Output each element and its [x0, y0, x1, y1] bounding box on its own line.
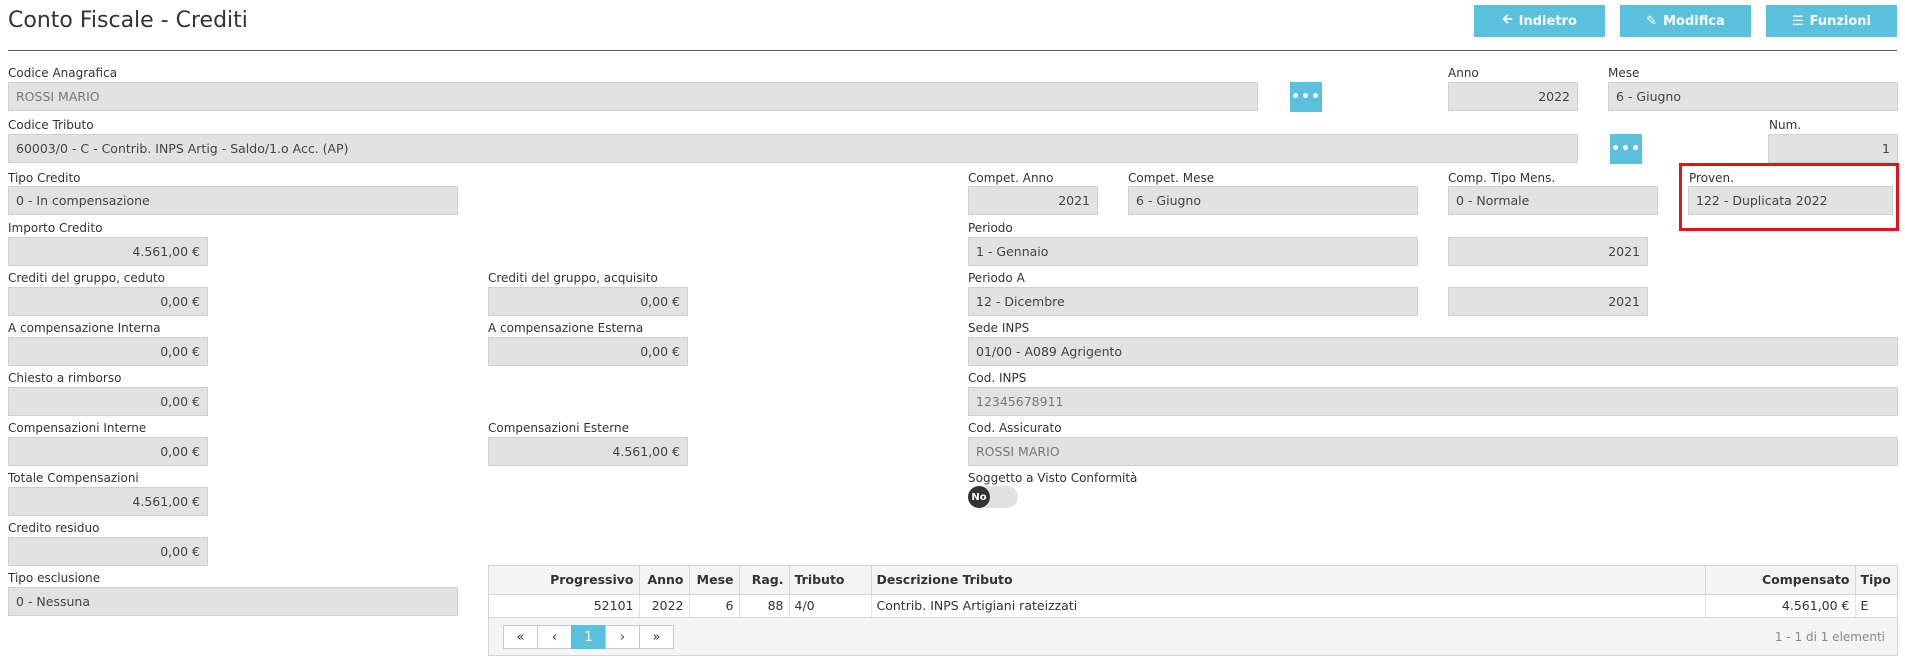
functions-button[interactable]: ☰ Funzioni: [1766, 5, 1897, 37]
compet-mese-field[interactable]: 6 - Giugno: [1128, 186, 1418, 215]
periodo-label: Periodo: [968, 221, 1013, 235]
compet-mese-label: Compet. Mese: [1128, 171, 1215, 185]
pager-last-button[interactable]: »: [639, 625, 674, 649]
comp-esterne-field[interactable]: 4.561,00 €: [488, 437, 688, 466]
cell-rag: 88: [739, 594, 790, 617]
col-tipo[interactable]: Tipo: [1855, 566, 1897, 595]
codice-tributo-field[interactable]: 60003/0 - C - Contrib. INPS Artig - Sald…: [8, 134, 1578, 163]
col-descrizione[interactable]: Descrizione Tributo: [871, 566, 1706, 595]
col-compensato[interactable]: Compensato: [1705, 566, 1856, 595]
periodo-a-field[interactable]: 12 - Dicembre: [968, 287, 1418, 316]
a-comp-esterna-label: A compensazione Esterna: [488, 321, 644, 335]
importo-credito-label: Importo Credito: [8, 221, 103, 235]
importo-credito-field[interactable]: 4.561,00 €: [8, 237, 208, 266]
mese-label: Mese: [1608, 66, 1640, 80]
compet-anno-label: Compet. Anno: [968, 171, 1054, 185]
proven-label: Proven.: [1689, 171, 1734, 185]
sede-inps-field[interactable]: 01/00 - A089 Agrigento: [968, 337, 1898, 366]
cell-anno: 2022: [639, 594, 690, 617]
col-tributo[interactable]: Tributo: [789, 566, 872, 595]
periodo-year-field[interactable]: 2021: [1448, 237, 1648, 266]
cod-inps-label: Cod. INPS: [968, 371, 1027, 385]
col-progressivo[interactable]: Progressivo: [489, 566, 640, 595]
comp-interne-label: Compensazioni Interne: [8, 421, 147, 435]
compensations-grid: Progressivo Anno Mese Rag. Tributo Descr…: [488, 565, 1898, 656]
cod-assicurato-field[interactable]: ROSSI MARIO: [968, 437, 1898, 466]
edit-icon: ✎: [1646, 13, 1658, 29]
totale-comp-label: Totale Compensazioni: [8, 471, 139, 485]
functions-button-label: Funzioni: [1809, 13, 1872, 29]
cell-compensato: 4.561,00 €: [1705, 594, 1856, 617]
comp-tipo-mens-field[interactable]: 0 - Normale: [1448, 186, 1658, 215]
col-mese[interactable]: Mese: [689, 566, 740, 595]
compensations-table: Progressivo Anno Mese Rag. Tributo Descr…: [489, 566, 1897, 617]
pager-info: 1 - 1 di 1 elementi: [1774, 630, 1885, 644]
periodo-field[interactable]: 1 - Gennaio: [968, 237, 1418, 266]
crediti-gruppo-ceduto-field[interactable]: 0,00 €: [8, 287, 208, 316]
tipo-esclusione-field[interactable]: 0 - Nessuna: [8, 587, 458, 616]
more-icon: •••: [1291, 89, 1321, 105]
cod-inps-field[interactable]: 12345678911: [968, 387, 1898, 416]
anagrafica-lookup-button[interactable]: •••: [1290, 82, 1322, 112]
anno-field[interactable]: 2022: [1448, 82, 1578, 111]
crediti-gruppo-acquisito-field[interactable]: 0,00 €: [488, 287, 688, 316]
menu-icon: ☰: [1791, 13, 1804, 29]
toggle-knob: No: [968, 486, 990, 508]
back-button-label: Indietro: [1518, 13, 1577, 29]
a-comp-interna-field[interactable]: 0,00 €: [8, 337, 208, 366]
codice-anagrafica-label: Codice Anagrafica: [8, 66, 118, 80]
crediti-gruppo-ceduto-label: Crediti del gruppo, ceduto: [8, 271, 165, 285]
pager-prev-button[interactable]: ‹: [537, 625, 572, 649]
back-button[interactable]: 🡨 Indietro: [1474, 5, 1605, 37]
sede-inps-label: Sede INPS: [968, 321, 1030, 335]
periodo-a-label: Periodo A: [968, 271, 1025, 285]
cell-tipo: E: [1860, 598, 1869, 614]
tipo-credito-label: Tipo Credito: [8, 171, 81, 185]
tributo-lookup-button[interactable]: •••: [1610, 134, 1642, 164]
tipo-credito-field[interactable]: 0 - In compensazione: [8, 186, 458, 215]
codice-anagrafica-field[interactable]: ROSSI MARIO: [8, 82, 1258, 111]
comp-tipo-mens-label: Comp. Tipo Mens.: [1448, 171, 1556, 185]
pager-first-button[interactable]: «: [503, 625, 538, 649]
credito-residuo-label: Credito residuo: [8, 521, 100, 535]
pager-page-1[interactable]: 1: [571, 625, 606, 649]
proven-field[interactable]: 122 - Duplicata 2022: [1688, 186, 1893, 215]
cod-assicurato-label: Cod. Assicurato: [968, 421, 1062, 435]
more-icon: •••: [1611, 141, 1641, 157]
totale-comp-field[interactable]: 4.561,00 €: [8, 487, 208, 516]
pager-next-button[interactable]: ›: [605, 625, 640, 649]
periodo-a-year-field[interactable]: 2021: [1448, 287, 1648, 316]
col-anno[interactable]: Anno: [639, 566, 690, 595]
crediti-gruppo-acquisito-label: Crediti del gruppo, acquisito: [488, 271, 658, 285]
cell-progressivo: 52101: [489, 594, 640, 617]
chiesto-rimborso-label: Chiesto a rimborso: [8, 371, 122, 385]
num-field[interactable]: 1: [1768, 134, 1898, 163]
table-header-row: Progressivo Anno Mese Rag. Tributo Descr…: [489, 566, 1897, 595]
header-divider: [8, 50, 1897, 51]
chiesto-rimborso-field[interactable]: 0,00 €: [8, 387, 208, 416]
num-label: Num.: [1769, 118, 1802, 132]
anno-label: Anno: [1448, 66, 1479, 80]
col-rag[interactable]: Rag.: [739, 566, 790, 595]
a-comp-interna-label: A compensazione Interna: [8, 321, 161, 335]
edit-button-label: Modifica: [1663, 13, 1725, 29]
visto-conformita-label: Soggetto a Visto Conformità: [968, 471, 1138, 485]
edit-button[interactable]: ✎ Modifica: [1620, 5, 1751, 37]
pager: « ‹ 1 › » 1 - 1 di 1 elementi: [489, 617, 1897, 655]
table-row[interactable]: 52101 2022 6 88 4/0 Contrib. INPS Artigi…: [489, 594, 1897, 617]
cell-mese: 6: [689, 594, 740, 617]
arrow-left-icon: 🡨: [1502, 12, 1513, 27]
mese-field[interactable]: 6 - Giugno: [1608, 82, 1898, 111]
a-comp-esterna-field[interactable]: 0,00 €: [488, 337, 688, 366]
visto-conformita-toggle[interactable]: No: [968, 486, 1018, 508]
comp-esterne-label: Compensazioni Esterne: [488, 421, 629, 435]
cell-descrizione: Contrib. INPS Artigiani rateizzati: [871, 594, 1706, 617]
credito-residuo-field[interactable]: 0,00 €: [8, 537, 208, 566]
compet-anno-field[interactable]: 2021: [968, 186, 1098, 215]
codice-tributo-label: Codice Tributo: [8, 118, 94, 132]
cell-tributo: 4/0: [789, 594, 872, 617]
tipo-esclusione-label: Tipo esclusione: [8, 571, 101, 585]
comp-interne-field[interactable]: 0,00 €: [8, 437, 208, 466]
page-title: Conto Fiscale - Crediti: [8, 8, 248, 33]
